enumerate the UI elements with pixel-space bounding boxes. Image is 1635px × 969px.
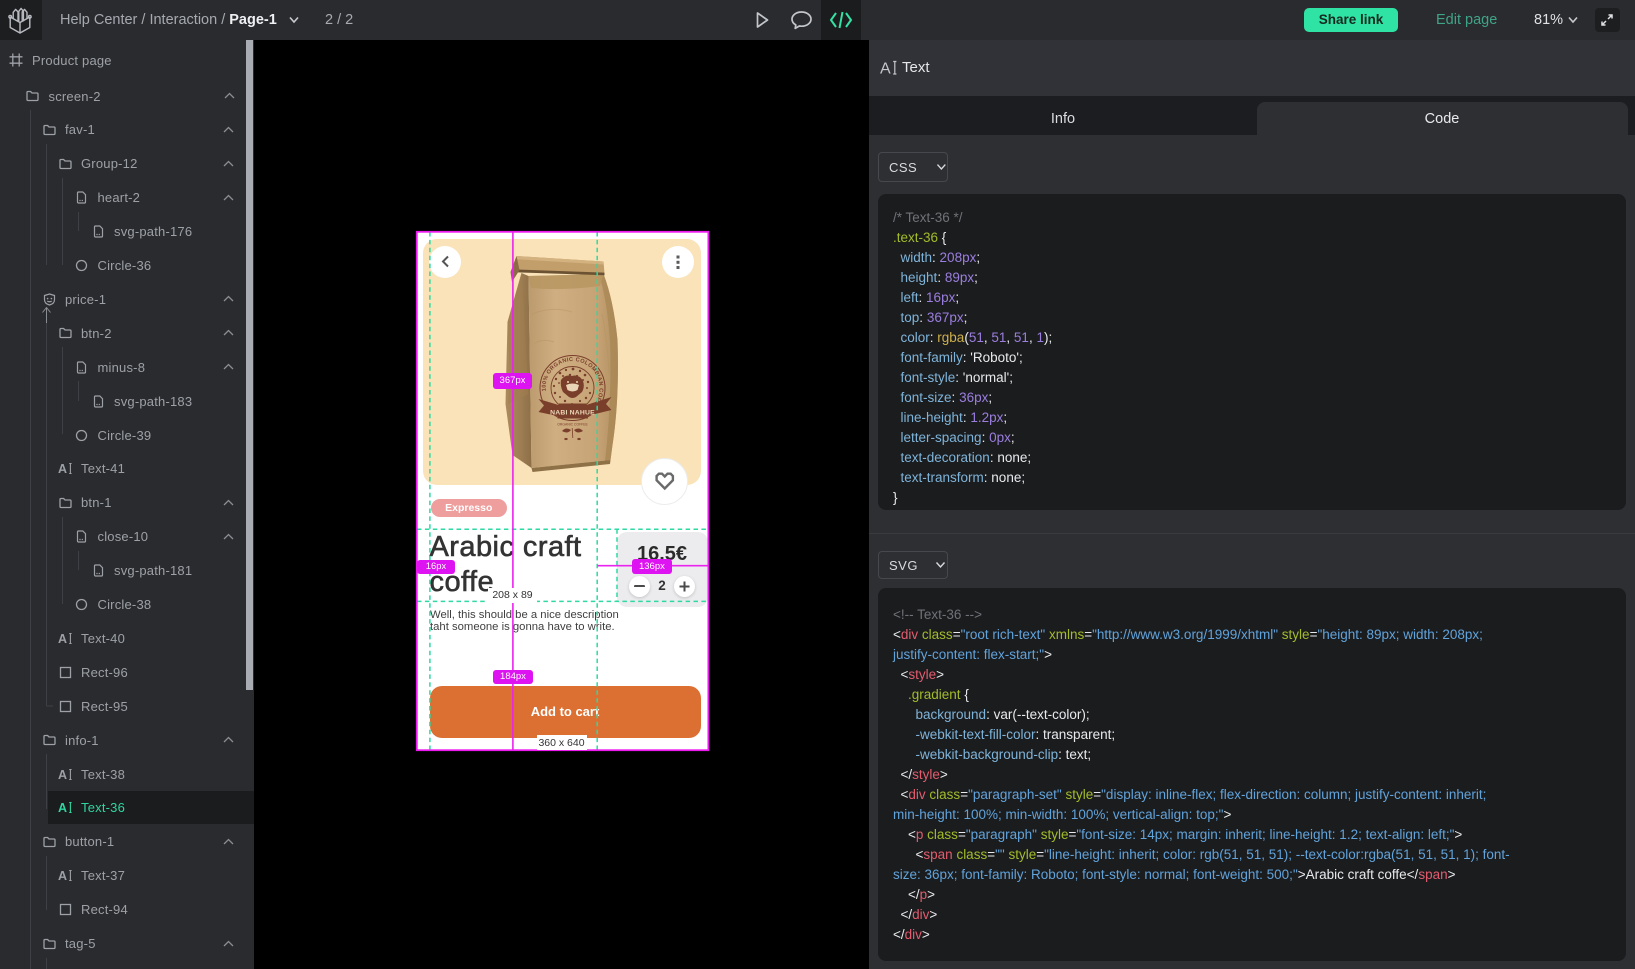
svg-text:A: A: [880, 61, 891, 77]
svg-text:A: A: [58, 869, 67, 882]
svg-text:A: A: [58, 632, 67, 645]
svg-text:A: A: [58, 768, 67, 781]
svg-text:A: A: [58, 462, 67, 475]
svg-text:A: A: [58, 801, 67, 814]
